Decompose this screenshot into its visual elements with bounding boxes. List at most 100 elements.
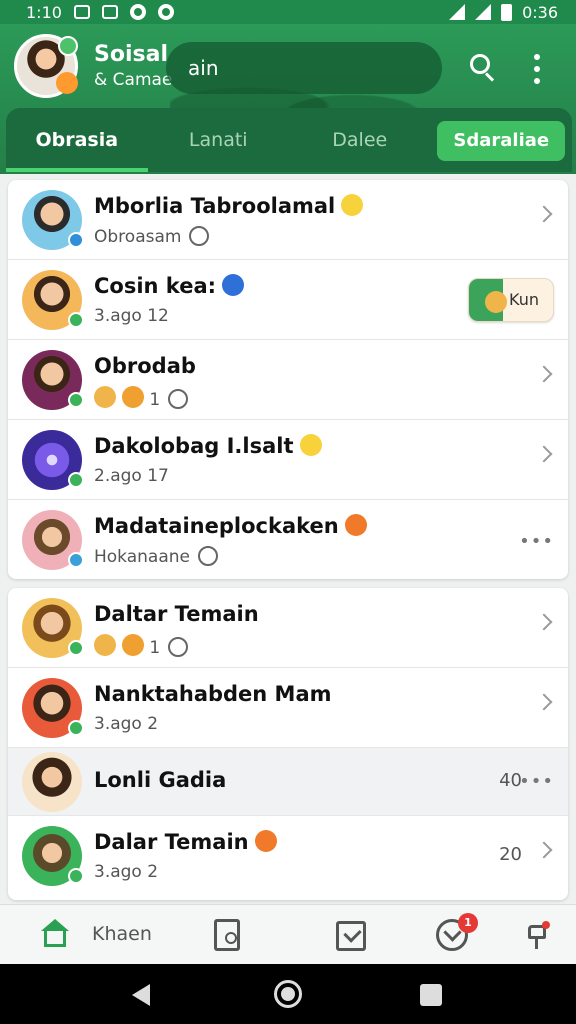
status-dot-icon bbox=[68, 392, 84, 408]
chat-list-primary: Mborlia Tabroolamal Obroasam Cosin kea: … bbox=[8, 180, 568, 579]
devil-emoji-icon bbox=[344, 514, 367, 536]
contact-name: Nanktahabden Mam bbox=[94, 682, 332, 706]
star-icon bbox=[122, 634, 144, 656]
status-dot-icon bbox=[68, 312, 84, 328]
list-item[interactable]: Mborlia Tabroolamal Obroasam bbox=[8, 180, 568, 260]
tab-dalee[interactable]: Dalee bbox=[289, 108, 431, 172]
chevron-right-icon bbox=[535, 693, 553, 711]
list-item[interactable]: Obrodab 1 bbox=[8, 340, 568, 420]
emoji-icon bbox=[56, 72, 78, 94]
clock-icon bbox=[168, 637, 189, 657]
status-dot-icon bbox=[68, 232, 84, 248]
home-label[interactable]: Khaen bbox=[92, 923, 152, 945]
list-item[interactable]: Madataineplockaken Hokanaane ••• bbox=[8, 500, 568, 579]
more-vert-icon bbox=[534, 54, 540, 60]
contact-name: Dalar Temain bbox=[94, 830, 249, 854]
avatar bbox=[22, 270, 84, 330]
list-item[interactable]: Daltar Temain 1 bbox=[8, 588, 568, 668]
search-input[interactable]: ain bbox=[166, 42, 442, 94]
message-preview: 1 bbox=[149, 390, 161, 410]
music-note-icon bbox=[222, 274, 245, 296]
status-right: 0:36 bbox=[449, 3, 558, 22]
search-icon bbox=[470, 54, 490, 74]
devil-emoji-icon bbox=[254, 830, 277, 852]
alert-dot-icon bbox=[542, 921, 550, 929]
star-icon bbox=[122, 386, 144, 408]
tab-sdaraliae[interactable]: Sdaraliae bbox=[431, 108, 573, 172]
notification-count-badge: 1 bbox=[458, 913, 478, 933]
tab-lanati[interactable]: Lanati bbox=[148, 108, 290, 172]
message-icon bbox=[73, 5, 90, 19]
message-count: 20 bbox=[499, 844, 522, 865]
message-preview: Hokanaane bbox=[94, 547, 190, 567]
chevron-right-icon bbox=[535, 445, 553, 463]
smile-emoji-icon bbox=[299, 434, 322, 456]
clock-icon bbox=[189, 226, 210, 246]
avatar bbox=[22, 826, 84, 886]
avatar bbox=[22, 350, 84, 410]
more-horiz-icon[interactable]: ••• bbox=[519, 773, 554, 791]
avatar bbox=[22, 598, 84, 658]
status-dot-icon bbox=[68, 552, 84, 568]
battery-icon bbox=[501, 3, 513, 21]
message-preview: 3.ago 2 bbox=[94, 714, 159, 734]
avatar bbox=[22, 430, 84, 490]
status-dot-icon bbox=[68, 640, 84, 656]
message-preview: Obroasam bbox=[94, 227, 182, 247]
message-preview: 3.ago 12 bbox=[94, 306, 169, 326]
contact-name: Cosin kea: bbox=[94, 274, 217, 298]
more-horiz-icon[interactable]: ••• bbox=[519, 533, 554, 551]
list-item[interactable]: Nanktahabden Mam 3.ago 2 bbox=[8, 668, 568, 748]
message-preview: 3.ago 2 bbox=[94, 862, 159, 882]
overflow-menu-button[interactable] bbox=[524, 52, 550, 88]
contact-name: Mborlia Tabroolamal bbox=[94, 194, 336, 218]
status-dot-icon bbox=[68, 472, 84, 488]
photo-icon bbox=[101, 5, 118, 19]
tab-obrasia[interactable]: Obrasia bbox=[6, 108, 148, 172]
back-icon[interactable] bbox=[132, 984, 150, 1006]
status-clock: 0:36 bbox=[522, 2, 558, 22]
bookmark-icon[interactable] bbox=[214, 919, 240, 951]
recent-apps-icon[interactable] bbox=[420, 984, 442, 1006]
home-icon[interactable] bbox=[40, 919, 70, 949]
kun-badge[interactable]: Kun bbox=[468, 278, 554, 322]
status-left: 1:10 bbox=[26, 3, 174, 22]
avatar bbox=[22, 678, 84, 738]
contact-name: Madataineplockaken bbox=[94, 514, 339, 538]
badge-label: Kun bbox=[509, 290, 539, 309]
pin-icon[interactable] bbox=[526, 921, 550, 949]
app-notification-icon bbox=[129, 4, 146, 20]
smile-emoji-icon bbox=[341, 194, 364, 216]
contact-name: Obrodab bbox=[94, 354, 196, 378]
contact-name: Daltar Temain bbox=[94, 602, 259, 626]
list-item[interactable]: Dakolobag I.lsalt 2.ago 17 bbox=[8, 420, 568, 500]
status-dot-icon bbox=[68, 720, 84, 736]
chat-list-secondary: Daltar Temain 1 Nanktahabden Mam 3.ago 2… bbox=[8, 588, 568, 900]
app-notification-icon-2 bbox=[157, 4, 174, 20]
chevron-right-icon bbox=[535, 841, 553, 859]
online-badge-icon bbox=[58, 36, 78, 56]
bottom-navigation: Khaen 1 bbox=[0, 904, 576, 964]
chevron-right-icon bbox=[535, 205, 553, 223]
tasks-icon[interactable] bbox=[336, 921, 366, 951]
list-item[interactable]: Lonli Gadia 40 ••• bbox=[8, 748, 568, 816]
avatar bbox=[22, 190, 84, 250]
reaction-emoji-icon bbox=[94, 386, 116, 408]
contact-name: Lonli Gadia bbox=[94, 768, 227, 792]
signal-icon bbox=[475, 4, 492, 20]
app-subtitle: & Camae bbox=[94, 70, 173, 90]
tab-bar: Obrasia Lanati Dalee Sdaraliae bbox=[6, 108, 572, 172]
system-navigation-bar bbox=[0, 964, 576, 1024]
list-item[interactable]: Dalar Temain 3.ago 2 20 bbox=[8, 816, 568, 896]
search-button[interactable] bbox=[462, 48, 502, 88]
status-bar: 1:10 0:36 bbox=[0, 0, 576, 24]
reaction-emoji-icon bbox=[94, 634, 116, 656]
chevron-right-icon bbox=[535, 365, 553, 383]
avatar bbox=[22, 510, 84, 570]
tab-sdaraliae-label: Sdaraliae bbox=[437, 121, 566, 161]
contact-name: Dakolobag I.lsalt bbox=[94, 434, 294, 458]
badge-face-icon bbox=[485, 291, 507, 313]
system-home-icon[interactable] bbox=[274, 980, 302, 1008]
message-preview: 1 bbox=[149, 638, 161, 658]
list-item[interactable]: Cosin kea: 3.ago 12 Kun bbox=[8, 260, 568, 340]
